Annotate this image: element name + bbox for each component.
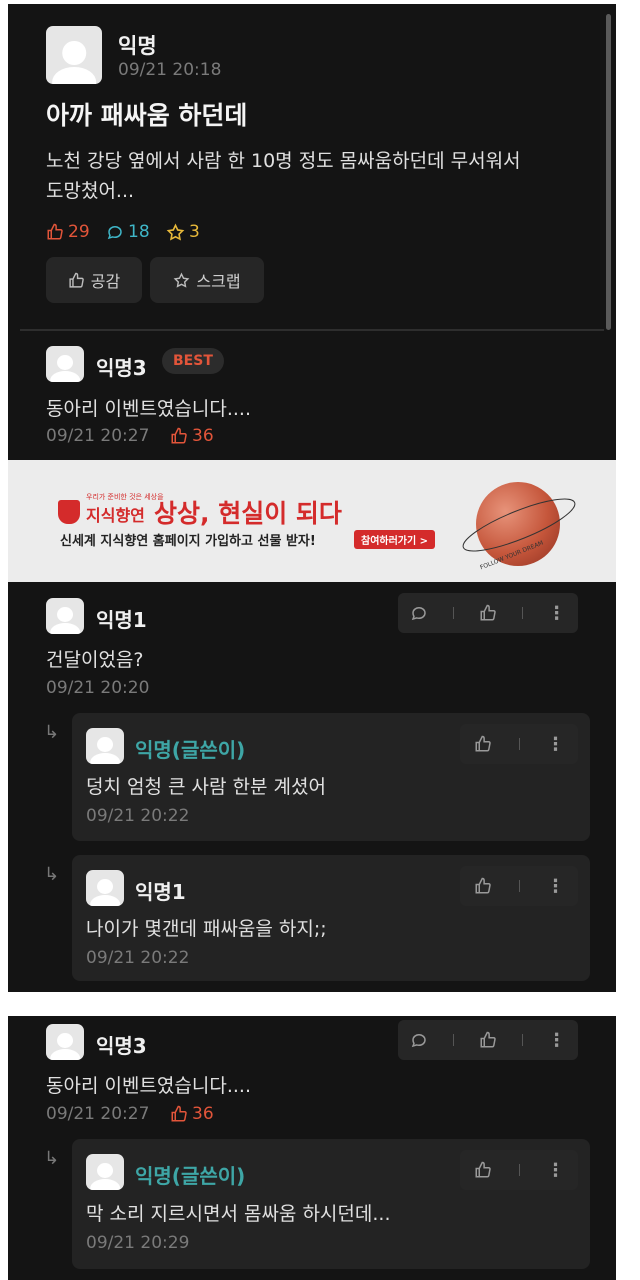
reply-text: 막 소리 지르시면서 몸싸움 하시던데... [86, 1203, 391, 1225]
comment-likes: 36 [170, 1104, 214, 1124]
action-separator [518, 880, 520, 892]
thumbs-up-icon [170, 427, 188, 445]
best-comment-text: 동아리 이벤트였습니다.... [46, 398, 251, 420]
reply-author[interactable]: 익명(글쓴이) [135, 1160, 245, 1189]
reply-time: 09/21 20:22 [86, 806, 190, 826]
post-author-avatar [46, 26, 102, 84]
reply-avatar [86, 870, 124, 906]
ad-logo-icon [58, 500, 80, 524]
best-badge: BEST [162, 348, 224, 374]
ad-headline: 상상, 현실이 되다 [154, 499, 342, 528]
speech-bubble-icon[interactable] [410, 604, 428, 622]
reply-arrow-icon: ↳ [44, 722, 60, 743]
best-comment-author[interactable]: 익명3 [96, 352, 147, 381]
best-comment-avatar [46, 346, 84, 382]
thumbs-up-icon[interactable] [474, 877, 492, 895]
post-scrap-count: 3 [166, 222, 200, 242]
comment-author[interactable]: 익명1 [96, 604, 147, 633]
speech-bubble-icon[interactable] [410, 1031, 428, 1049]
comment-text: 동아리 이벤트였습니다.... [46, 1075, 251, 1097]
thumbs-up-icon [68, 272, 85, 289]
comment-time: 09/21 20:20 [46, 678, 150, 698]
thumbs-up-icon[interactable] [479, 604, 497, 622]
comment-avatar [46, 598, 84, 634]
like-button[interactable]: 공감 [46, 257, 142, 303]
action-separator [453, 1034, 455, 1046]
comment-time: 09/21 20:27 [46, 1104, 150, 1124]
thumbs-up-icon[interactable] [474, 735, 492, 753]
reply-actions: ⋮ [460, 1150, 578, 1190]
ad-brand-small: 우리가 준비한 것은 세상을 [86, 493, 164, 501]
post-body-line-1: 노천 강당 옆에서 사람 한 10명 정도 몸싸움하던데 무서워서 [46, 150, 521, 172]
action-separator [521, 607, 523, 619]
reply-author[interactable]: 익명1 [135, 876, 186, 905]
more-icon[interactable]: ⋮ [548, 603, 566, 624]
best-comment-likes: 36 [170, 426, 214, 446]
comment-author[interactable]: 익명3 [96, 1030, 147, 1059]
reply-arrow-icon: ↳ [44, 864, 60, 885]
more-icon[interactable]: ⋮ [548, 1030, 566, 1051]
more-icon[interactable]: ⋮ [547, 734, 565, 755]
action-separator [518, 738, 520, 750]
post-body-line-2: 도망쳤어... [46, 180, 135, 202]
reply-author[interactable]: 익명(글쓴이) [135, 734, 245, 763]
ad-cta-button[interactable]: 참여하러가기 > [354, 530, 436, 549]
thumbs-up-icon [170, 1105, 188, 1123]
ad-subline: 신세계 지식향연 홈페이지 가입하고 선물 받자! [60, 534, 316, 549]
more-icon[interactable]: ⋮ [547, 1160, 565, 1181]
post-time: 09/21 20:18 [118, 60, 222, 80]
post-like-count: 29 [46, 222, 90, 242]
comment-text: 건달이었음? [46, 649, 144, 671]
scrollbar[interactable] [606, 14, 611, 330]
post-comment-count: 18 [106, 222, 150, 242]
reply-text: 덩치 엄청 큰 사람 한분 계셨어 [86, 776, 326, 798]
comment-actions: ⋮ [398, 593, 578, 633]
comment-actions: ⋮ [398, 1020, 578, 1060]
speech-bubble-icon [106, 223, 124, 241]
reply-actions: ⋮ [460, 724, 578, 764]
reply-time: 09/21 20:29 [86, 1233, 190, 1253]
thumbs-up-icon[interactable] [474, 1161, 492, 1179]
reply-time: 09/21 20:22 [86, 948, 190, 968]
reply-arrow-icon: ↳ [44, 1148, 60, 1169]
thumbs-up-icon[interactable] [479, 1031, 497, 1049]
action-separator [521, 1034, 523, 1046]
ad-brand: 지식향연 [86, 506, 145, 525]
post-title: 아까 패싸움 하던데 [46, 101, 248, 130]
more-icon[interactable]: ⋮ [547, 876, 565, 897]
reply-text: 나이가 몇갠데 패싸움을 하지;; [86, 918, 327, 940]
comment-avatar [46, 1024, 84, 1060]
thumbs-up-icon [46, 223, 64, 241]
reply-avatar [86, 728, 124, 764]
star-icon [166, 223, 185, 242]
scrap-button[interactable]: 스크랩 [150, 257, 264, 303]
action-separator [453, 607, 455, 619]
reply-avatar [86, 1154, 124, 1190]
best-comment-time: 09/21 20:27 [46, 426, 150, 446]
action-separator [518, 1164, 520, 1176]
post-author[interactable]: 익명 [118, 30, 157, 60]
reply-actions: ⋮ [460, 866, 578, 906]
ad-banner[interactable]: 우리가 준비한 것은 세상을 지식향연 상상, 현실이 되다 신세계 지식향연 … [8, 460, 616, 582]
star-icon [173, 271, 190, 289]
divider [20, 329, 604, 331]
